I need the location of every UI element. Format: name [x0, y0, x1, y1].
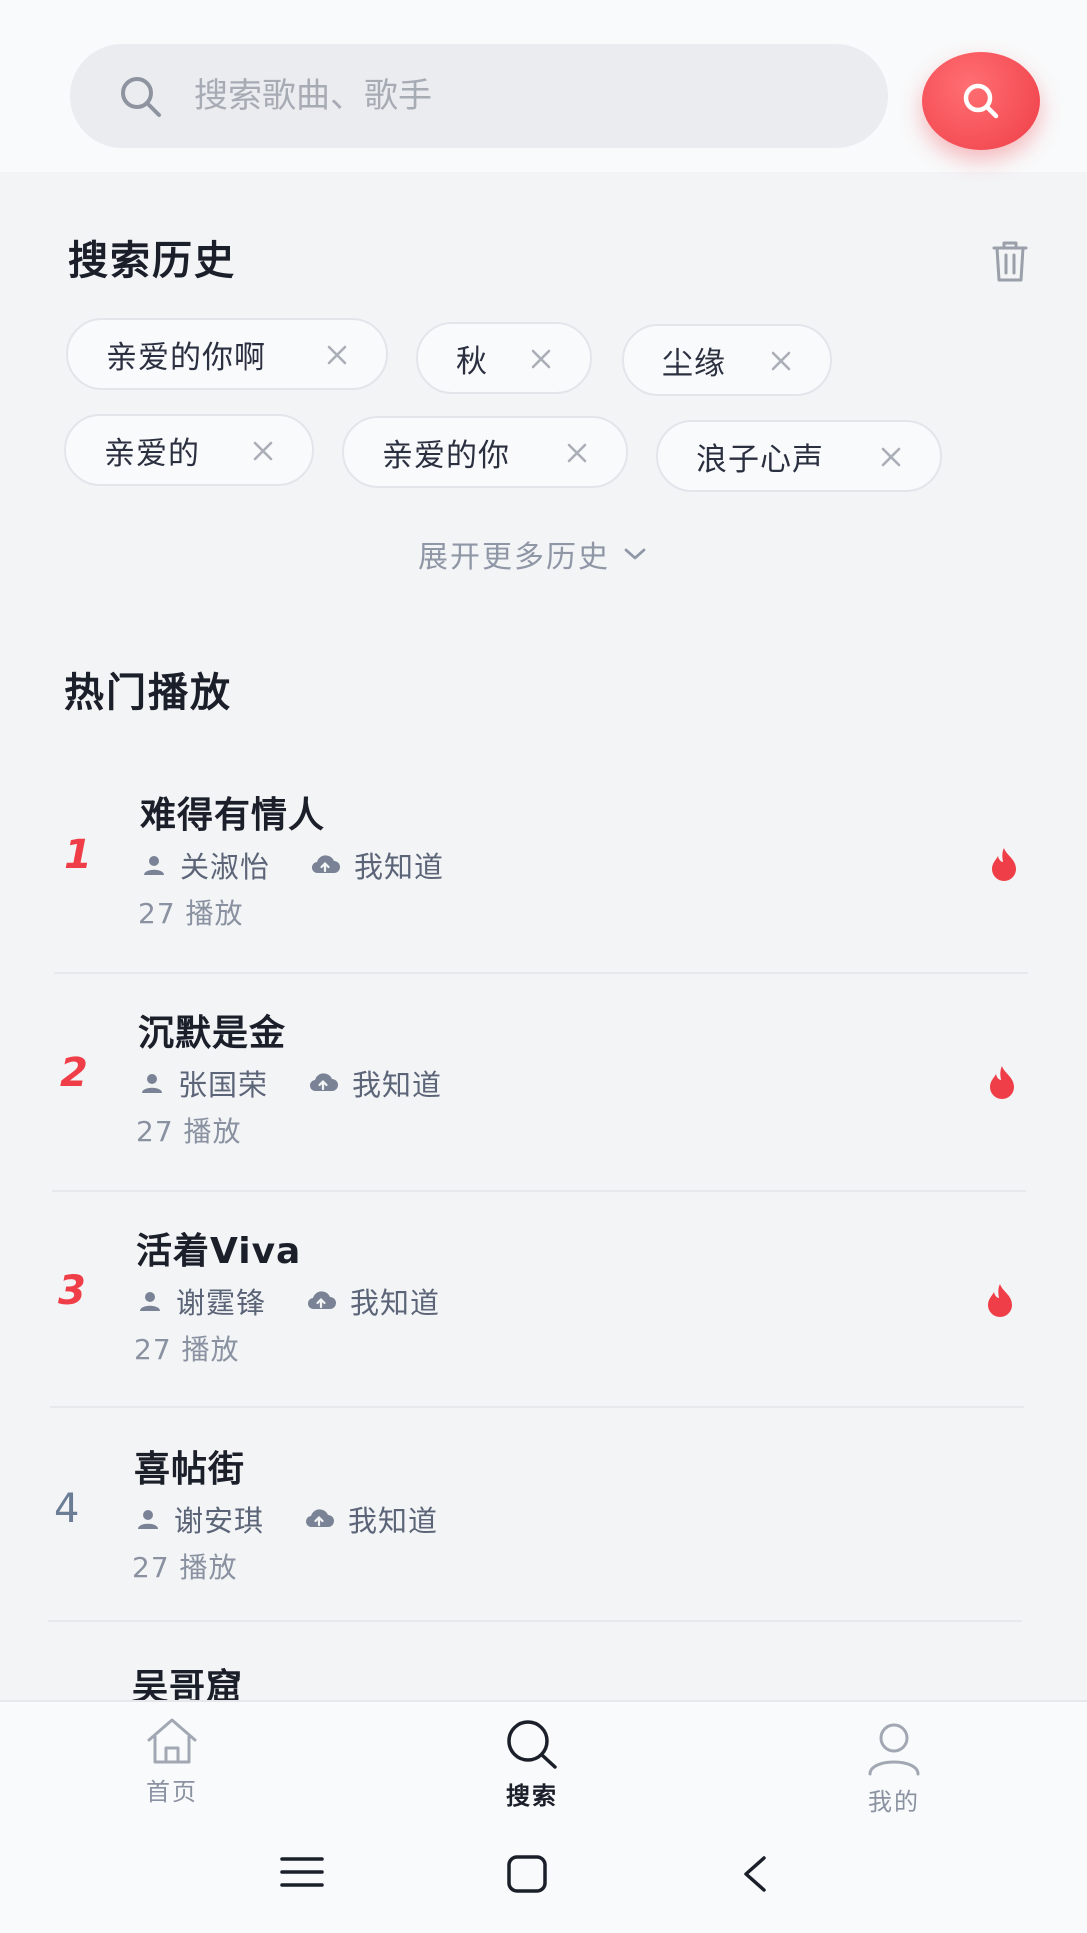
history-chip[interactable]: 亲爱的你啊: [66, 318, 388, 390]
nav-label: 搜索: [506, 1782, 558, 1810]
cloud-upload-icon: [309, 1073, 339, 1092]
search-button[interactable]: [922, 52, 1040, 150]
play-count: 27 播放: [132, 1551, 238, 1584]
system-nav-bar: [0, 1832, 1087, 1933]
song-title: 吴哥窟: [132, 1667, 244, 1700]
song-row[interactable]: 4 喜帖街 谢安琪 我知道 27 播放: [50, 1430, 1030, 1646]
cloud-upload-icon: [305, 1509, 335, 1528]
song-title: 沉默是金: [138, 1013, 287, 1054]
history-chip[interactable]: 浪子心声: [656, 420, 942, 492]
search-input[interactable]: [194, 66, 854, 126]
history-chip-label: 亲爱的你: [382, 437, 510, 474]
song-meta: 关淑怡 我知道: [142, 844, 444, 886]
artist-name: 谢安琪: [174, 1504, 265, 1538]
menu-icon[interactable]: [280, 1854, 324, 1890]
song-meta: 谢霆锋 我知道: [138, 1280, 440, 1322]
history-title: 搜索历史: [68, 238, 236, 284]
rank-number: 3: [58, 1268, 86, 1314]
history-chip[interactable]: 亲爱的你: [342, 416, 628, 488]
row-divider: [52, 1190, 1026, 1192]
nav-label: 首页: [146, 1778, 198, 1806]
row-divider: [50, 1406, 1024, 1408]
artist-name: 关淑怡: [180, 850, 271, 884]
history-chip-label: 亲爱的: [104, 435, 200, 472]
search-page: 搜索历史 亲爱的你啊 秋 尘缘 亲爱的 亲爱的你 浪子心声 展开更多历史 热门播…: [0, 0, 1087, 1933]
cloud-upload-icon: [311, 855, 341, 874]
home-icon: [147, 1718, 197, 1764]
user-icon: [138, 1510, 158, 1529]
rank-number: 1: [64, 832, 92, 878]
history-chip-label: 亲爱的你啊: [106, 339, 266, 376]
row-divider: [54, 972, 1028, 974]
chevron-down-icon: [624, 548, 646, 560]
play-count: 27 播放: [134, 1333, 240, 1366]
history-chip[interactable]: 秋: [416, 322, 592, 394]
row-divider: [48, 1620, 1022, 1622]
bottom-nav: 首页 搜索 我的: [0, 1700, 1087, 1832]
close-icon[interactable]: [566, 442, 588, 464]
user-icon: [144, 856, 164, 875]
close-icon[interactable]: [530, 348, 552, 370]
cloud-upload-icon: [307, 1291, 337, 1310]
song-meta: 张国荣 我知道: [140, 1062, 442, 1104]
trash-icon[interactable]: [988, 238, 1032, 284]
song-row[interactable]: 吴哥窟: [50, 1640, 1030, 1700]
song-title: 难得有情人: [140, 795, 326, 836]
back-icon[interactable]: [740, 1854, 770, 1894]
user-icon: [142, 1074, 162, 1093]
uploader-name: 我知道: [352, 1068, 443, 1102]
nav-item-profile[interactable]: 我的: [834, 1722, 954, 1817]
rank-number: 4: [54, 1486, 80, 1532]
fire-icon: [992, 848, 1016, 881]
close-icon[interactable]: [326, 344, 348, 366]
search-header: [0, 0, 1087, 172]
play-count: 27 播放: [138, 897, 244, 930]
song-title: 活着Viva: [136, 1231, 302, 1272]
search-bar[interactable]: [70, 44, 888, 148]
song-title: 喜帖街: [134, 1449, 246, 1490]
song-row[interactable]: 3 活着Viva 谢霆锋 我知道 27 播放: [50, 1212, 1030, 1428]
nav-label: 我的: [868, 1788, 920, 1816]
history-chip-label: 尘缘: [662, 345, 726, 382]
uploader-name: 我知道: [348, 1504, 439, 1538]
user-icon: [140, 1292, 160, 1311]
search-icon: [507, 1720, 557, 1769]
close-icon[interactable]: [252, 440, 274, 462]
user-icon: [868, 1723, 920, 1776]
close-icon[interactable]: [770, 350, 792, 372]
history-chip-label: 秋: [456, 343, 488, 380]
song-row[interactable]: 2 沉默是金 张国荣 我知道 27 播放: [50, 994, 1030, 1210]
hot-title: 热门播放: [64, 670, 232, 716]
song-row[interactable]: 1 难得有情人 关淑怡 我知道 27 播放: [50, 776, 1030, 992]
expand-history-button[interactable]: 展开更多历史: [418, 532, 648, 576]
uploader-name: 我知道: [350, 1286, 441, 1320]
history-chip-label: 浪子心声: [696, 441, 824, 478]
rank-number: 2: [60, 1050, 88, 1096]
expand-history-label: 展开更多历史: [418, 540, 610, 575]
search-icon: [963, 83, 999, 119]
close-icon[interactable]: [880, 446, 902, 468]
artist-name: 张国荣: [178, 1068, 269, 1102]
artist-name: 谢霆锋: [176, 1286, 267, 1320]
history-chip[interactable]: 亲爱的: [64, 414, 314, 486]
history-chip[interactable]: 尘缘: [622, 324, 832, 396]
play-count: 27 播放: [136, 1115, 242, 1148]
song-meta: 谢安琪 我知道: [136, 1498, 438, 1540]
fire-icon: [990, 1066, 1014, 1099]
search-icon: [121, 77, 161, 117]
fire-icon: [988, 1284, 1012, 1317]
uploader-name: 我知道: [354, 850, 445, 884]
nav-item-home[interactable]: 首页: [112, 1716, 232, 1807]
nav-item-search[interactable]: 搜索: [472, 1718, 592, 1811]
home-square-icon[interactable]: [506, 1854, 548, 1894]
